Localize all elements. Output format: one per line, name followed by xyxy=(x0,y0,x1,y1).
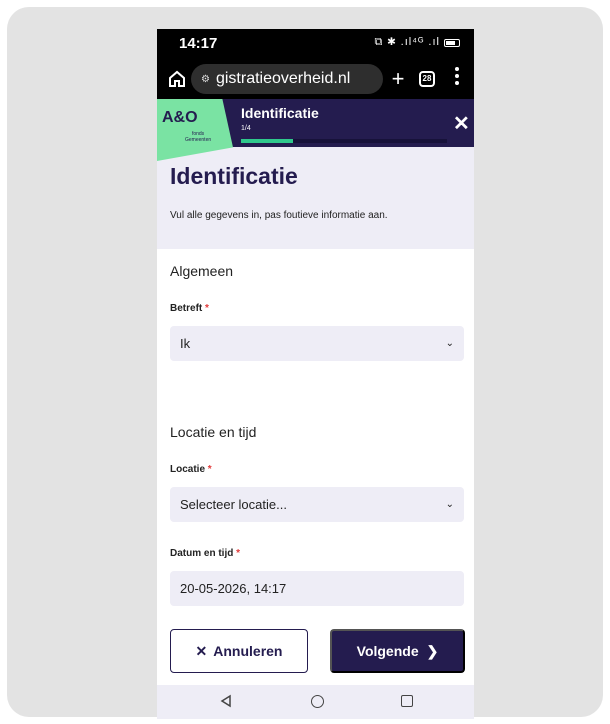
progress-fill xyxy=(241,139,293,143)
chevron-down-icon: ⌄ xyxy=(445,338,454,349)
step-indicator: 1/4 xyxy=(241,125,251,132)
required-marker: * xyxy=(236,548,241,559)
header-title: Identificatie xyxy=(241,105,319,121)
status-time: 14:17 xyxy=(179,35,218,52)
cancel-label: Annuleren xyxy=(213,643,283,659)
close-icon: ✕ xyxy=(195,642,208,659)
logo: A&O fonds Gemeenten xyxy=(157,99,233,161)
datum-label: Datum en tijd * xyxy=(170,548,241,559)
section-title-general: Algemeen xyxy=(170,263,234,279)
page-title: Identificatie xyxy=(170,163,298,189)
phone-screen: 14:17 ⧉ ✱ .ıl⁴ᴳ .ıl ⚙ gistratieoverheid.… xyxy=(157,29,474,719)
chevron-right-icon: ❯ xyxy=(426,642,439,659)
cancel-button[interactable]: ✕ Annuleren xyxy=(170,629,308,673)
datum-field[interactable]: 20-05-2026, 14:17 xyxy=(170,571,464,606)
logo-subtext: fonds Gemeenten xyxy=(185,131,212,143)
home-icon[interactable] xyxy=(167,69,187,89)
intro-section: Identificatie Vul alle gegevens in, pas … xyxy=(157,147,474,249)
next-label: Volgende xyxy=(356,643,419,659)
betreft-select[interactable]: Ik ⌄ xyxy=(170,326,464,361)
progress-bar xyxy=(241,139,447,143)
betreft-value: Ik xyxy=(180,336,191,351)
status-icons: ⧉ ✱ .ıl⁴ᴳ .ıl xyxy=(374,36,460,49)
betreft-label: Betreft * xyxy=(170,303,209,314)
chevron-down-icon: ⌄ xyxy=(445,499,454,510)
section-title-location: Locatie en tijd xyxy=(170,424,257,440)
url-text: gistratieoverheid.nl xyxy=(215,70,351,87)
status-bar: 14:17 ⧉ ✱ .ıl⁴ᴳ .ıl xyxy=(157,29,474,59)
menu-icon[interactable] xyxy=(455,67,461,88)
tab-switcher-button[interactable]: 28 xyxy=(419,71,435,87)
datum-value: 20-05-2026, 14:17 xyxy=(180,581,287,596)
signal-icons: ⧉ ✱ .ıl⁴ᴳ .ıl xyxy=(374,36,440,48)
close-icon[interactable]: ✕ xyxy=(453,111,470,136)
page-description: Vul alle gegevens in, pas foutieve infor… xyxy=(170,210,388,221)
device-frame: 14:17 ⧉ ✱ .ıl⁴ᴳ .ıl ⚙ gistratieoverheid.… xyxy=(7,7,603,719)
locatie-select[interactable]: Selecteer locatie... ⌄ xyxy=(170,487,464,522)
new-tab-icon[interactable]: + xyxy=(387,66,409,92)
next-button[interactable]: Volgende ❯ xyxy=(330,629,465,673)
url-bar[interactable]: ⚙ gistratieoverheid.nl xyxy=(191,64,383,94)
home-nav-icon[interactable] xyxy=(311,695,324,708)
recent-apps-icon[interactable] xyxy=(401,695,413,707)
back-icon[interactable] xyxy=(219,694,233,708)
site-settings-icon[interactable]: ⚙ xyxy=(201,74,210,85)
system-nav-bar xyxy=(157,685,474,719)
battery-icon xyxy=(444,38,460,47)
logo-text: A&O xyxy=(162,109,198,126)
required-marker: * xyxy=(207,464,212,475)
locatie-placeholder: Selecteer locatie... xyxy=(180,497,287,512)
required-marker: * xyxy=(205,303,209,314)
app-header: A&O fonds Gemeenten Identificatie 1/4 ✕ xyxy=(157,99,474,161)
browser-toolbar: ⚙ gistratieoverheid.nl + 28 xyxy=(157,59,474,99)
locatie-label: Locatie * xyxy=(170,464,212,475)
